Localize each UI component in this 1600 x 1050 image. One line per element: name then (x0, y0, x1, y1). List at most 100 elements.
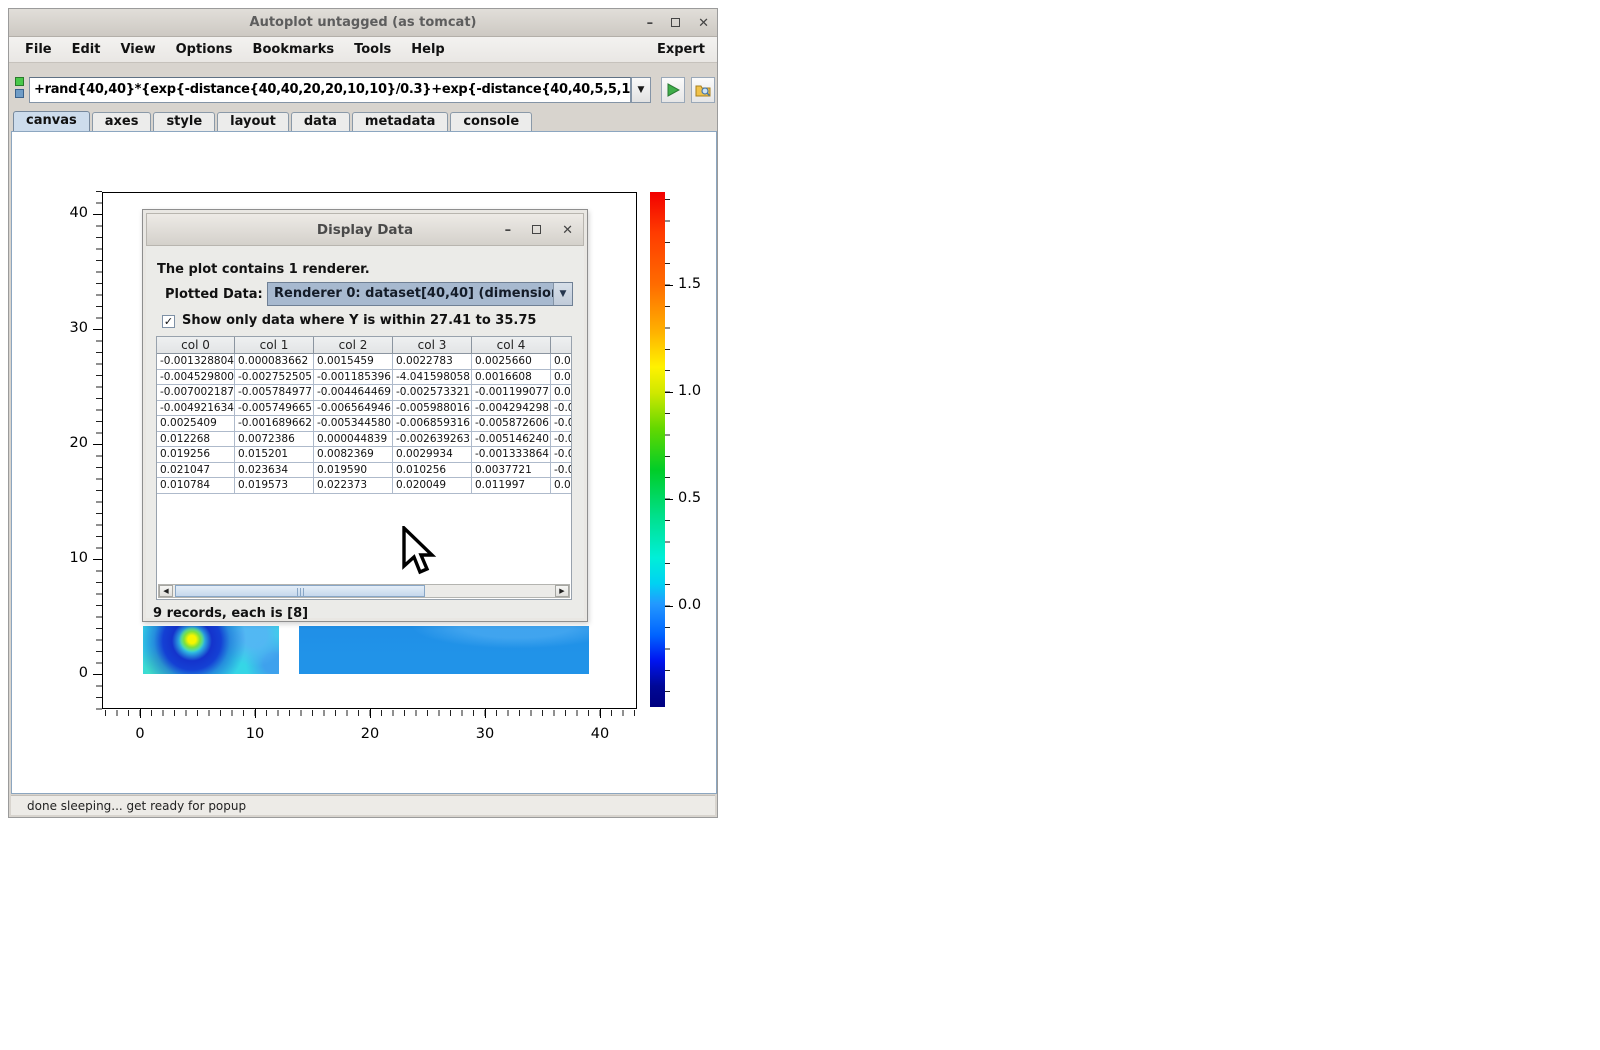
table-cell[interactable]: -0.007002187... (157, 385, 235, 401)
table-cell[interactable]: 0.00 (551, 385, 572, 401)
column-header[interactable]: col 2 (314, 337, 393, 354)
table-cell[interactable]: 0.00 (551, 354, 572, 370)
plotted-data-combobox[interactable]: Renderer 0: dataset[40,40] (dimension...… (267, 282, 573, 306)
table-cell[interactable]: -0.004464469... (314, 385, 393, 401)
table-cell[interactable]: 0.0072386 (235, 432, 314, 448)
table-row[interactable]: -0.007002187...-0.005784977...-0.0044644… (157, 385, 571, 401)
table-cell[interactable]: 0.010784 (157, 478, 235, 494)
table-cell[interactable]: 0.0022783 (393, 354, 472, 370)
table-cell[interactable]: -0.001689662... (235, 416, 314, 432)
tab-layout[interactable]: layout (217, 112, 289, 131)
table-row[interactable]: -0.004529800...-0.002752505...-0.0011853… (157, 370, 571, 386)
table-cell[interactable]: -0.001333864... (472, 447, 551, 463)
table-cell[interactable]: -0.002639263... (393, 432, 472, 448)
menu-expert[interactable]: Expert (657, 42, 711, 57)
menu-help[interactable]: Help (401, 42, 454, 57)
table-cell[interactable]: 0.00 (551, 370, 572, 386)
table-cell[interactable]: 0.0082369 (314, 447, 393, 463)
table-cell[interactable]: -0.005344580... (314, 416, 393, 432)
maximize-icon[interactable] (671, 17, 680, 30)
tab-data[interactable]: data (291, 112, 350, 131)
table-row[interactable]: -0.001328804...0.0000836620.00154590.002… (157, 354, 571, 370)
colorbar[interactable] (650, 192, 665, 707)
table-cell[interactable]: 0.019256 (157, 447, 235, 463)
open-file-button[interactable] (691, 77, 715, 103)
menu-view[interactable]: View (110, 42, 165, 57)
table-cell[interactable]: 0.000044839 (314, 432, 393, 448)
table-cell[interactable]: 0.0025409 (157, 416, 235, 432)
tab-canvas[interactable]: canvas (13, 111, 90, 131)
horizontal-scrollbar[interactable]: ◀ ▶ (158, 584, 570, 598)
heatmap-strip-left[interactable] (143, 626, 279, 674)
scroll-left-icon[interactable]: ◀ (159, 585, 173, 597)
table-cell[interactable]: 0.012268 (157, 432, 235, 448)
tab-style[interactable]: style (153, 112, 215, 131)
uri-dropdown-button[interactable]: ▼ (631, 77, 651, 103)
table-cell[interactable]: -0.0 (551, 401, 572, 417)
table-cell[interactable]: -0.001185396... (314, 370, 393, 386)
tab-metadata[interactable]: metadata (352, 112, 448, 131)
table-cell[interactable]: 0.010256 (393, 463, 472, 479)
table-cell[interactable]: -0.006564946... (314, 401, 393, 417)
table-cell[interactable]: 0.0037721 (472, 463, 551, 479)
table-cell[interactable]: 0.023634 (235, 463, 314, 479)
table-cell[interactable]: 0.0016608 (472, 370, 551, 386)
table-cell[interactable]: -0.005872606... (472, 416, 551, 432)
table-cell[interactable]: 0.020049 (393, 478, 472, 494)
table-cell[interactable]: 0.011997 (472, 478, 551, 494)
table-cell[interactable]: -0.0 (551, 416, 572, 432)
table-cell[interactable]: 0.015201 (235, 447, 314, 463)
dialog-minimize-icon[interactable]: – (505, 224, 512, 237)
menu-tools[interactable]: Tools (344, 42, 401, 57)
dialog-titlebar[interactable]: Display Data – ✕ (146, 213, 584, 246)
table-cell[interactable]: -0.0 (551, 447, 572, 463)
table-cell[interactable]: -0.004294298... (472, 401, 551, 417)
table-row[interactable]: -0.004921634...-0.005749665...-0.0065649… (157, 401, 571, 417)
filter-checkbox[interactable]: ✓ (162, 315, 175, 328)
table-cell[interactable]: -0.005146240... (472, 432, 551, 448)
table-row[interactable]: 0.0122680.00723860.000044839-0.002639263… (157, 432, 571, 448)
table-row[interactable]: 0.0107840.0195730.0223730.0200490.011997… (157, 478, 571, 494)
table-cell[interactable]: 0.0025660 (472, 354, 551, 370)
column-header[interactable]: col 3 (393, 337, 472, 354)
table-cell[interactable]: 0.0029934 (393, 447, 472, 463)
column-header[interactable]: col 1 (235, 337, 314, 354)
chevron-down-icon[interactable]: ▼ (553, 283, 572, 305)
plot-go-button[interactable] (661, 77, 685, 103)
uri-input[interactable]: +rand{40,40}*{exp{-distance{40,40,20,20,… (29, 77, 631, 103)
column-header[interactable]: col 0 (157, 337, 235, 354)
column-header[interactable] (551, 337, 572, 354)
table-row[interactable]: 0.0210470.0236340.0195900.0102560.003772… (157, 463, 571, 479)
table-cell[interactable]: -0.0 (551, 463, 572, 479)
table-cell[interactable]: -0.006859316... (393, 416, 472, 432)
table-cell[interactable]: -0.0 (551, 432, 572, 448)
close-icon[interactable]: ✕ (698, 17, 709, 30)
heatmap-strip-right[interactable] (299, 626, 589, 674)
scrollbar-thumb[interactable] (175, 585, 425, 597)
table-cell[interactable]: 0.019590 (314, 463, 393, 479)
menu-file[interactable]: File (15, 42, 62, 57)
table-cell[interactable]: -0.004529800... (157, 370, 235, 386)
table-cell[interactable]: -0.005784977... (235, 385, 314, 401)
table-cell[interactable]: -0.004921634... (157, 401, 235, 417)
table-cell[interactable]: -4.041598058... (393, 370, 472, 386)
table-cell[interactable]: 0.000083662 (235, 354, 314, 370)
table-cell[interactable]: -0.005988016... (393, 401, 472, 417)
menu-edit[interactable]: Edit (62, 42, 111, 57)
tab-axes[interactable]: axes (92, 112, 152, 131)
table-cell[interactable]: -0.002752505... (235, 370, 314, 386)
tab-console[interactable]: console (450, 112, 532, 131)
table-cell[interactable]: -0.005749665... (235, 401, 314, 417)
dialog-close-icon[interactable]: ✕ (562, 224, 573, 237)
table-cell[interactable]: 0.0015459 (314, 354, 393, 370)
minimize-icon[interactable]: – (647, 17, 654, 30)
table-cell[interactable]: 0.00 (551, 478, 572, 494)
table-row[interactable]: 0.0025409-0.001689662...-0.005344580...-… (157, 416, 571, 432)
table-cell[interactable]: 0.022373 (314, 478, 393, 494)
scrollbar-track[interactable] (173, 585, 555, 597)
menu-bookmarks[interactable]: Bookmarks (243, 42, 345, 57)
menu-options[interactable]: Options (166, 42, 243, 57)
dialog-maximize-icon[interactable] (532, 224, 541, 237)
table-cell[interactable]: -0.001328804... (157, 354, 235, 370)
window-titlebar[interactable]: Autoplot untagged (as tomcat) – ✕ (9, 9, 717, 37)
